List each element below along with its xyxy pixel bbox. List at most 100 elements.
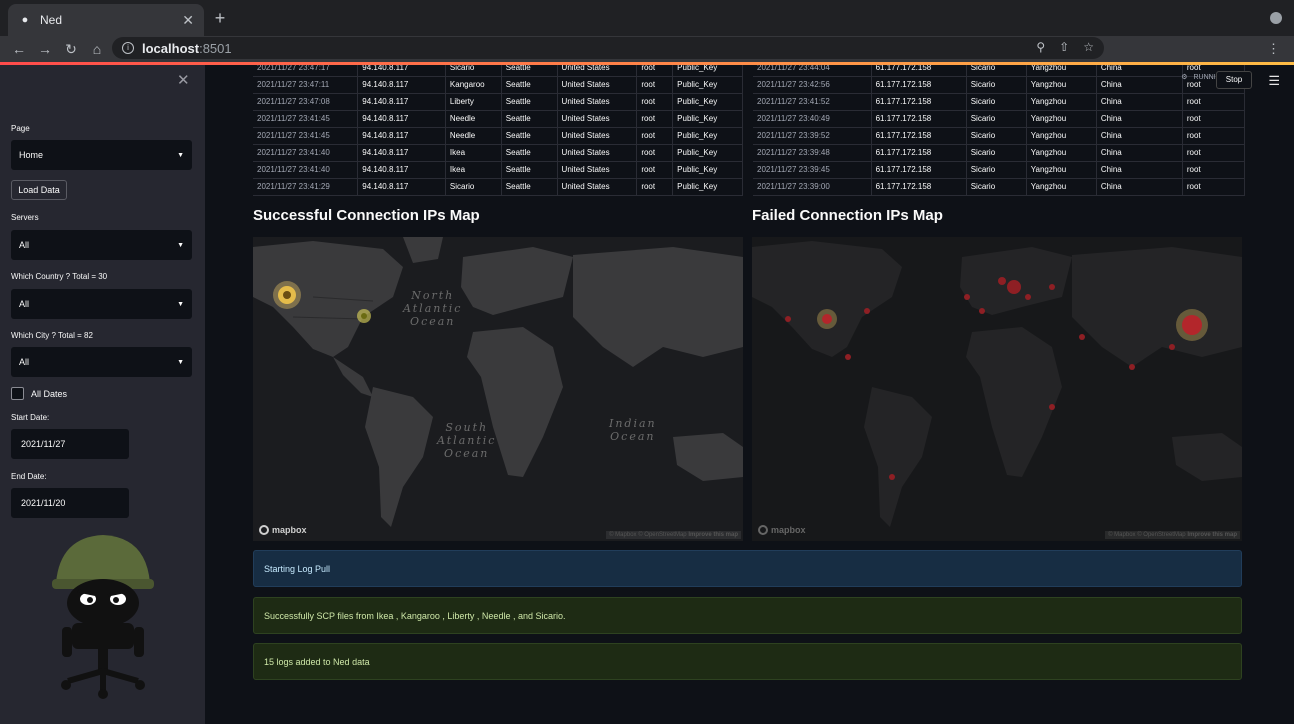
table-cell-country: United States	[557, 93, 638, 111]
servers-select[interactable]: All ▼	[11, 230, 192, 260]
zoom-icon[interactable]: ⚲	[1036, 40, 1045, 54]
profile-icon[interactable]	[1270, 12, 1282, 24]
close-tab-icon[interactable]: ✕	[182, 12, 194, 29]
page-select-value: Home	[19, 150, 44, 160]
reload-icon[interactable]: ↻	[58, 41, 84, 58]
all-dates-checkbox[interactable]: All Dates	[11, 387, 67, 400]
table-cell-user: root	[1182, 161, 1246, 179]
soldier-mascot-image	[52, 535, 154, 699]
table-cell-city: Seattle	[501, 110, 558, 128]
start-date-input[interactable]: 2021/11/27	[11, 429, 129, 459]
table-cell-city: Yangzhou	[1026, 178, 1097, 196]
main-content: 2021/11/27 23:47:17 94.140.8.117 Sicario Se…	[205, 65, 1294, 724]
table-cell-user: root	[636, 127, 674, 145]
table-cell-country: China	[1096, 76, 1183, 94]
table-row: 2021/11/27 23:39:48 61.177.172.158 Sicario…	[753, 144, 1246, 162]
chevron-down-icon: ▼	[177, 241, 184, 249]
browser-tab-bar: ● Ned ✕ +	[0, 0, 1294, 36]
table-cell-server: Ikea	[445, 161, 502, 179]
table-row: 2021/11/27 23:41:40 94.140.8.117 Ikea Seatt…	[253, 161, 743, 179]
browser-tab[interactable]: ● Ned ✕	[8, 4, 204, 36]
table-cell-user: root	[1182, 110, 1246, 128]
map-attribution[interactable]: © Mapbox © OpenStreetMap Improve this ma…	[606, 531, 741, 539]
table-cell-server: Sicario	[966, 110, 1027, 128]
back-icon[interactable]: ←	[6, 41, 32, 57]
table-cell-country: United States	[557, 76, 638, 94]
table-cell-ip: 94.140.8.117	[357, 110, 446, 128]
stop-button[interactable]: Stop	[1216, 71, 1252, 89]
table-cell-method: Public_Key	[672, 178, 743, 196]
table-cell-ip: 94.140.8.117	[357, 93, 446, 111]
table-cell-city: Seattle	[501, 76, 558, 94]
checkbox-box[interactable]	[11, 387, 24, 400]
table-row: 2021/11/27 23:41:45 94.140.8.117 Needle Sea…	[253, 127, 743, 145]
table-cell-datetime: 2021/11/27 23:47:17	[253, 65, 359, 77]
table-cell-ip: 61.177.172.158	[871, 110, 967, 128]
end-date-input[interactable]: 2021/11/20	[11, 488, 129, 518]
mapbox-logo[interactable]: mapbox	[259, 525, 307, 535]
table-cell-server: Sicario	[966, 178, 1027, 196]
browser-menu-icon[interactable]: ⋮	[1267, 41, 1280, 57]
table-cell-datetime: 2021/11/27 23:41:40	[253, 144, 359, 162]
table-cell-country: China	[1096, 127, 1183, 145]
map-attribution[interactable]: © Mapbox © OpenStreetMap Improve this ma…	[1105, 531, 1240, 539]
table-cell-server: Kangaroo	[445, 76, 502, 94]
address-bar[interactable]: i localhost:8501 ⚲ ⇧ ☆	[112, 37, 1104, 59]
table-cell-country: United States	[557, 127, 638, 145]
table-cell-country: China	[1096, 93, 1183, 111]
table-cell-datetime: 2021/11/27 23:47:08	[253, 93, 359, 111]
table-cell-datetime: 2021/11/27 23:42:56	[753, 76, 872, 94]
table-cell-method: Public_Key	[672, 161, 743, 179]
improve-map-link[interactable]: Improve this map	[688, 532, 738, 538]
share-icon[interactable]: ⇧	[1059, 40, 1069, 54]
table-cell-ip: 94.140.8.117	[357, 76, 446, 94]
table-cell-method: Public_Key	[672, 93, 743, 111]
browser-toolbar: ← → ↻ ⌂ i localhost:8501 ⚲ ⇧ ☆ ⋮	[0, 36, 1294, 62]
bookmark-star-icon[interactable]: ☆	[1083, 40, 1094, 54]
mapbox-logo-icon	[259, 525, 269, 535]
table-cell-datetime: 2021/11/27 23:41:40	[253, 161, 359, 179]
ocean-label-north-atlantic: North Atlantic Ocean	[403, 289, 463, 328]
table-row: 2021/11/27 23:41:29 94.140.8.117 Sicario Se…	[253, 178, 743, 196]
page-select[interactable]: Home ▼	[11, 140, 192, 170]
start-date-label: Start Date:	[11, 413, 50, 422]
country-label: Which Country ? Total = 30	[11, 272, 108, 281]
table-cell-datetime: 2021/11/27 23:47:11	[253, 76, 359, 94]
site-info-icon[interactable]: i	[122, 42, 134, 54]
table-cell-user: root	[636, 178, 674, 196]
city-select[interactable]: All ▼	[11, 347, 192, 377]
table-row: 2021/11/27 23:41:40 94.140.8.117 Ikea Seatt…	[253, 144, 743, 162]
mapbox-logo-text: mapbox	[771, 525, 806, 535]
table-cell-method: Public_Key	[672, 127, 743, 145]
app-favicon-icon: ●	[21, 14, 29, 26]
close-sidebar-icon[interactable]: ✕	[177, 71, 190, 89]
new-tab-icon[interactable]: +	[210, 8, 230, 28]
country-select[interactable]: All ▼	[11, 289, 192, 319]
table-row: 2021/11/27 23:41:52 61.177.172.158 Sicario…	[753, 93, 1246, 111]
table-cell-country: China	[1096, 65, 1183, 77]
table-cell-ip: 61.177.172.158	[871, 144, 967, 162]
table-cell-city: Yangzhou	[1026, 110, 1097, 128]
successful-map-title: Successful Connection IPs Map	[253, 207, 480, 224]
table-cell-datetime: 2021/11/27 23:41:45	[253, 127, 359, 145]
hamburger-menu-icon[interactable]: ☰	[1268, 73, 1280, 89]
successful-connection-map[interactable]: North Atlantic Ocean South Atlantic Ocea…	[253, 237, 743, 541]
table-cell-ip: 61.177.172.158	[871, 93, 967, 111]
table-cell-country: China	[1096, 178, 1183, 196]
load-data-button[interactable]: Load Data	[11, 180, 67, 200]
table-cell-city: Yangzhou	[1026, 65, 1097, 77]
table-cell-user: root	[1182, 127, 1246, 145]
url-port: :8501	[199, 40, 232, 56]
improve-map-link[interactable]: Improve this map	[1187, 532, 1237, 538]
table-cell-country: United States	[557, 110, 638, 128]
table-cell-country: United States	[557, 178, 638, 196]
success-alert-logs: 15 logs added to Ned data	[253, 643, 1242, 680]
table-cell-method: Public_Key	[672, 110, 743, 128]
forward-icon[interactable]: →	[32, 41, 58, 57]
sidebar: ✕ Page Home ▼ Load Data Servers All ▼ Wh…	[0, 65, 205, 724]
table-cell-city: Yangzhou	[1026, 161, 1097, 179]
home-icon[interactable]: ⌂	[84, 41, 110, 57]
failed-connection-map[interactable]: mapbox © Mapbox © OpenStreetMap Improve …	[752, 237, 1242, 541]
url-host: localhost	[142, 40, 200, 56]
mapbox-logo[interactable]: mapbox	[758, 525, 806, 535]
